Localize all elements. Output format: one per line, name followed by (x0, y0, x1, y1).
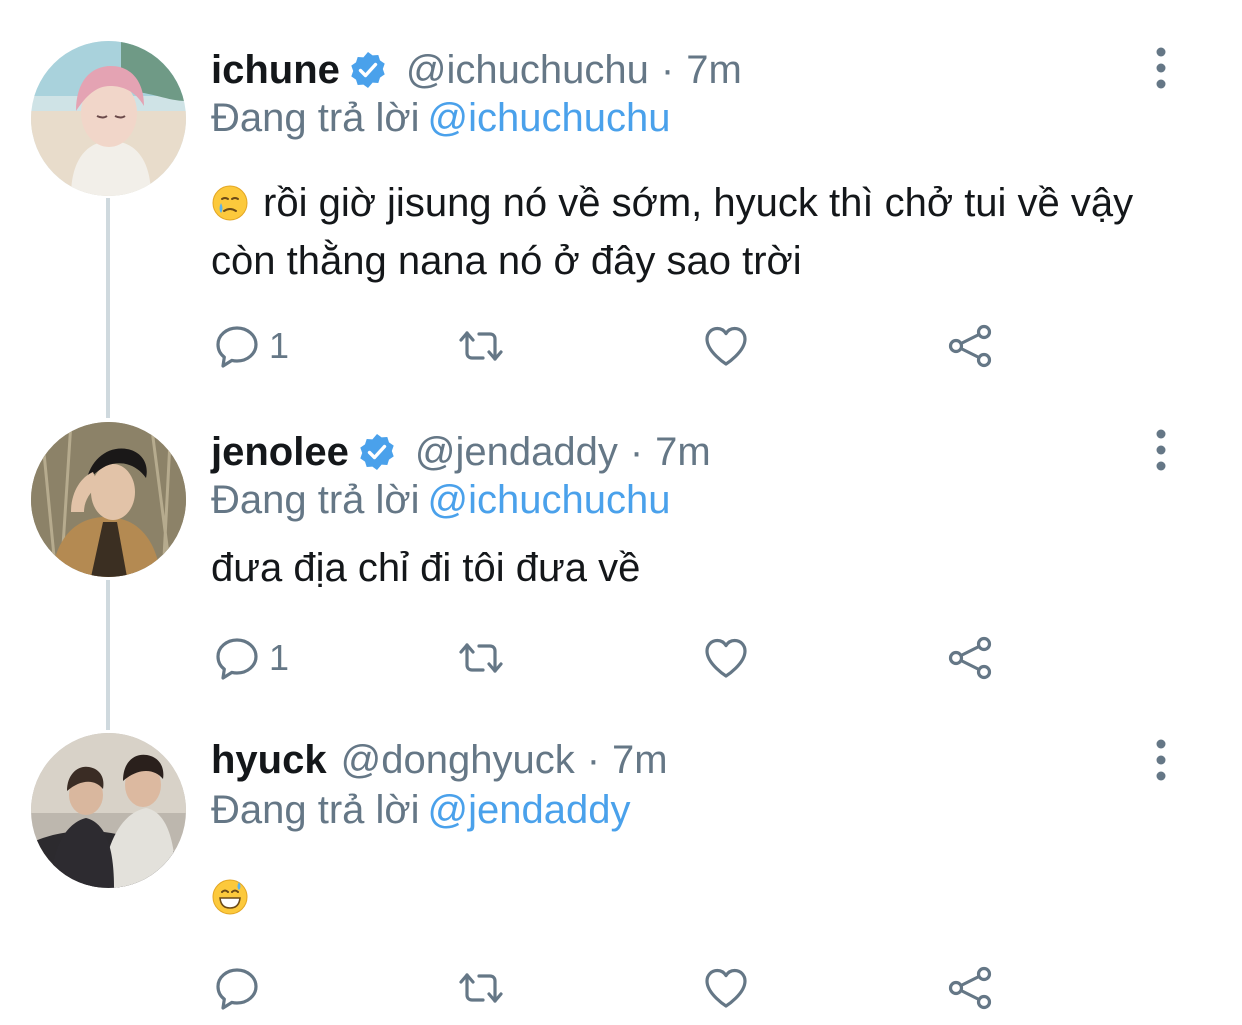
user-handle[interactable]: @ichuchuchu (406, 48, 649, 93)
reply-button[interactable] (213, 963, 269, 1013)
separator-dot: · (586, 737, 601, 782)
reply-icon (213, 964, 261, 1012)
reply-mention-link[interactable]: @ichuchuchu (428, 96, 671, 140)
replying-to: Đang trả lời @ichuchuchu (211, 96, 671, 142)
retweet-icon (457, 634, 505, 682)
tweet-text-content: đưa địa chỉ đi tôi đưa về (211, 546, 641, 590)
share-icon (946, 634, 994, 682)
replying-to: Đang trả lời @ichuchuchu (211, 478, 671, 524)
separator-dot: · (660, 47, 675, 92)
tweet-text-content: rồi giờ jisung nó về sớm, hyuck thì chở … (211, 181, 1134, 283)
share-button[interactable] (946, 321, 994, 371)
tweet-actions: 1 (213, 633, 1013, 683)
retweet-icon (457, 322, 505, 370)
like-button[interactable] (702, 633, 750, 683)
retweet-icon (457, 964, 505, 1012)
reply-icon (213, 634, 261, 682)
heart-icon (702, 634, 750, 682)
more-options-icon[interactable] (1146, 428, 1176, 472)
replying-label: Đang trả lời (211, 96, 420, 140)
reply-mention-link[interactable]: @jendaddy (428, 788, 631, 832)
more-options-icon[interactable] (1146, 738, 1176, 782)
heart-icon (702, 964, 750, 1012)
separator-dot: · (629, 429, 644, 474)
timestamp[interactable]: 7m (686, 48, 742, 93)
retweet-button[interactable] (457, 963, 505, 1013)
timestamp[interactable]: 7m (655, 430, 711, 475)
verified-badge-icon (348, 50, 388, 90)
share-button[interactable] (946, 963, 994, 1013)
reply-icon (213, 322, 261, 370)
display-name[interactable]: ichune (211, 48, 340, 93)
verified-badge-icon (357, 432, 397, 472)
retweet-button[interactable] (457, 633, 505, 683)
avatar[interactable] (31, 41, 186, 196)
like-button[interactable] (702, 321, 750, 371)
share-icon (946, 964, 994, 1012)
reply-count: 1 (269, 325, 290, 366)
tweet-text (211, 868, 1171, 926)
share-icon (946, 322, 994, 370)
tweet[interactable]: hyuck @donghyuck · 7m Đang trả lời @jenda… (0, 710, 1242, 1025)
replying-label: Đang trả lời (211, 788, 420, 832)
display-name[interactable]: hyuck (211, 738, 327, 783)
tweet-actions: 1 (213, 321, 1013, 371)
heart-icon (702, 322, 750, 370)
avatar[interactable] (31, 422, 186, 577)
display-name[interactable]: jenolee (211, 430, 349, 475)
replying-label: Đang trả lời (211, 478, 420, 522)
tweet-actions (213, 963, 1013, 1013)
tweet[interactable]: jenolee @jendaddy · 7m Đang trả lời @ichu… (0, 400, 1242, 710)
crying-face-emoji-icon (212, 185, 248, 221)
grinning-sweat-emoji-icon (212, 879, 248, 915)
like-button[interactable] (702, 963, 750, 1013)
reply-button[interactable]: 1 (213, 633, 289, 683)
timestamp[interactable]: 7m (612, 738, 668, 783)
replying-to: Đang trả lời @jendaddy (211, 788, 631, 834)
user-handle[interactable]: @donghyuck (341, 738, 575, 783)
user-handle[interactable]: @jendaddy (415, 430, 618, 475)
avatar[interactable] (31, 733, 186, 888)
more-options-icon[interactable] (1146, 46, 1176, 90)
retweet-button[interactable] (457, 321, 505, 371)
reply-button[interactable]: 1 (213, 321, 289, 371)
reply-mention-link[interactable]: @ichuchuchu (428, 478, 671, 522)
reply-count: 1 (269, 637, 290, 678)
tweet[interactable]: ichune @ichuchuchu · 7m Đang trả lời @ich… (0, 0, 1242, 400)
tweet-text: rồi giờ jisung nó về sớm, hyuck thì chở … (211, 174, 1171, 290)
tweet-text: đưa địa chỉ đi tôi đưa về (211, 539, 1171, 597)
share-button[interactable] (946, 633, 994, 683)
